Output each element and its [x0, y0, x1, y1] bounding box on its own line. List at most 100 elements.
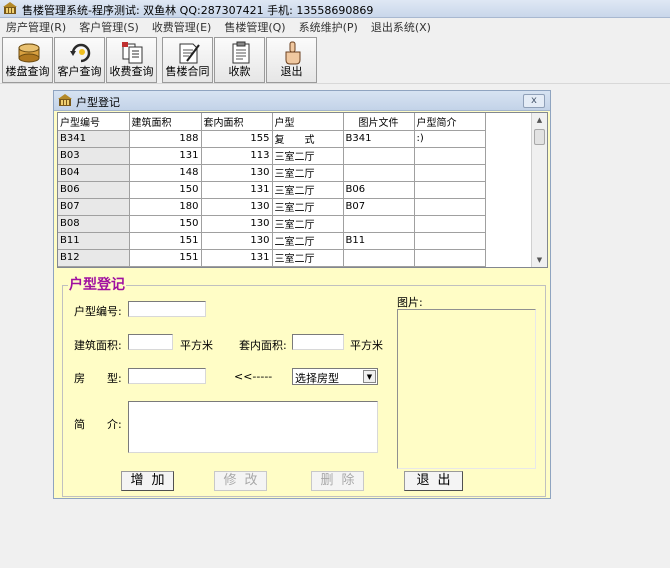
table-row[interactable]: B11 151 130 二室二厅 B11	[58, 232, 486, 250]
cell-intro[interactable]	[414, 198, 486, 216]
table-row[interactable]: B08 150 130 三室二厅	[58, 215, 486, 233]
type-select[interactable]: 选择房型 ▼	[292, 368, 378, 385]
cell-inner-area[interactable]: 130	[201, 215, 273, 233]
cell-inner-area[interactable]: 130	[201, 232, 273, 250]
code-input[interactable]	[128, 301, 206, 317]
col-header-area[interactable]: 建筑面积	[129, 113, 202, 131]
table-row[interactable]: B12 151 131 三室二厅	[58, 249, 486, 267]
cell-inner-area[interactable]: 131	[201, 181, 273, 199]
chevron-down-icon[interactable]: ▼	[363, 370, 376, 383]
menu-system-maintenance[interactable]: 系统维护(P)	[295, 19, 362, 35]
col-header-intro[interactable]: 户型简介	[414, 113, 486, 131]
cell-intro[interactable]	[414, 181, 486, 199]
cell-intro[interactable]	[414, 164, 486, 182]
cell-area[interactable]: 151	[129, 232, 202, 250]
cell-type[interactable]: 复 式	[272, 130, 344, 148]
cell-area[interactable]: 131	[129, 147, 202, 165]
add-button[interactable]: 增加	[121, 471, 174, 491]
cell-area[interactable]: 180	[129, 198, 202, 216]
table-row[interactable]: B03 131 113 三室二厅	[58, 147, 486, 165]
cell-image-file[interactable]: B341	[343, 130, 415, 148]
grid-vertical-scrollbar[interactable]: ▲ ▼	[531, 113, 547, 267]
fee-query-button[interactable]: 收费查询	[106, 37, 157, 83]
cell-type[interactable]: 三室二厅	[272, 215, 344, 233]
cell-code[interactable]: B11	[58, 232, 130, 250]
building-query-label: 楼盘查询	[5, 65, 50, 78]
menu-bar: 房产管理(R) 客户管理(S) 收费管理(E) 售楼管理(Q) 系统维护(P) …	[0, 18, 670, 36]
scroll-down-arrow-icon[interactable]: ▼	[532, 253, 547, 267]
sales-contract-button[interactable]: 售楼合同	[162, 37, 213, 83]
cell-image-file[interactable]: B06	[343, 181, 415, 199]
customer-query-button[interactable]: 客户查询	[54, 37, 105, 83]
database-disk-icon	[18, 43, 40, 63]
cell-inner-area[interactable]: 130	[201, 164, 273, 182]
intro-label: 简 介:	[74, 418, 122, 431]
intro-textarea[interactable]	[128, 401, 378, 453]
col-header-code[interactable]: 户型编号	[58, 113, 130, 131]
cell-type[interactable]: 三室二厅	[272, 249, 344, 267]
cell-intro[interactable]	[414, 249, 486, 267]
inner-area-input[interactable]	[292, 334, 344, 350]
cell-type[interactable]: 三室二厅	[272, 181, 344, 199]
unit-type-grid[interactable]: 户型编号 建筑面积 套内面积 户型 图片文件 户型简介 B341 188 155…	[57, 112, 548, 268]
cell-type[interactable]: 三室二厅	[272, 147, 344, 165]
cell-intro[interactable]	[414, 147, 486, 165]
cell-inner-area[interactable]: 130	[201, 198, 273, 216]
cell-image-file[interactable]	[343, 147, 415, 165]
col-header-inner-area[interactable]: 套内面积	[201, 113, 273, 131]
cell-code[interactable]: B12	[58, 249, 130, 267]
cell-code[interactable]: B08	[58, 215, 130, 233]
search-refresh-icon	[70, 43, 91, 63]
menu-exit-system[interactable]: 退出系统(X)	[367, 19, 435, 35]
table-row[interactable]: B04 148 130 三室二厅	[58, 164, 486, 182]
cell-image-file[interactable]	[343, 215, 415, 233]
edit-button[interactable]: 修改	[214, 471, 267, 491]
cell-image-file[interactable]	[343, 249, 415, 267]
cell-area[interactable]: 150	[129, 215, 202, 233]
table-row[interactable]: B07 180 130 三室二厅 B07	[58, 198, 486, 216]
exit-button[interactable]: 退出	[404, 471, 463, 491]
scroll-thumb[interactable]	[534, 129, 545, 145]
area-input[interactable]	[128, 334, 173, 350]
cell-code[interactable]: B341	[58, 130, 130, 148]
cell-type[interactable]: 三室二厅	[272, 198, 344, 216]
cell-intro[interactable]: :)	[414, 130, 486, 148]
cell-area[interactable]: 151	[129, 249, 202, 267]
cell-area[interactable]: 148	[129, 164, 202, 182]
cell-image-file[interactable]: B07	[343, 198, 415, 216]
cell-image-file[interactable]: B11	[343, 232, 415, 250]
collect-payment-button[interactable]: 收款	[214, 37, 265, 83]
cell-intro[interactable]	[414, 232, 486, 250]
cell-inner-area[interactable]: 113	[201, 147, 273, 165]
exit-toolbar-label: 退出	[280, 65, 303, 78]
cell-area[interactable]: 150	[129, 181, 202, 199]
menu-customer-management[interactable]: 客户管理(S)	[75, 19, 143, 35]
close-button[interactable]: x	[523, 94, 545, 108]
cell-type[interactable]: 三室二厅	[272, 164, 344, 182]
cell-image-file[interactable]	[343, 164, 415, 182]
table-row[interactable]: B341 188 155 复 式 B341 :)	[58, 130, 486, 148]
cell-inner-area[interactable]: 155	[201, 130, 273, 148]
scroll-up-arrow-icon[interactable]: ▲	[532, 113, 547, 127]
cell-area[interactable]: 188	[129, 130, 202, 148]
photo-preview	[397, 309, 536, 469]
cell-inner-area[interactable]: 131	[201, 249, 273, 267]
menu-house-management[interactable]: 房产管理(R)	[2, 19, 70, 35]
menu-fee-management[interactable]: 收费管理(E)	[148, 19, 216, 35]
building-query-button[interactable]: 楼盘查询	[2, 37, 53, 83]
exit-toolbar-button[interactable]: 退出	[266, 37, 317, 83]
cell-type[interactable]: 二室二厅	[272, 232, 344, 250]
col-header-type[interactable]: 户型	[272, 113, 344, 131]
cell-code[interactable]: B07	[58, 198, 130, 216]
delete-button[interactable]: 删除	[311, 471, 364, 491]
cell-code[interactable]: B03	[58, 147, 130, 165]
col-header-image-file[interactable]: 图片文件	[343, 113, 415, 131]
type-input[interactable]	[128, 368, 206, 384]
cell-intro[interactable]	[414, 215, 486, 233]
dialog-title: 户型登记	[76, 96, 120, 109]
cell-code[interactable]: B04	[58, 164, 130, 182]
area-input-value	[129, 336, 131, 349]
table-row[interactable]: B06 150 131 三室二厅 B06	[58, 181, 486, 199]
cell-code[interactable]: B06	[58, 181, 130, 199]
menu-sales-management[interactable]: 售楼管理(Q)	[220, 19, 289, 35]
